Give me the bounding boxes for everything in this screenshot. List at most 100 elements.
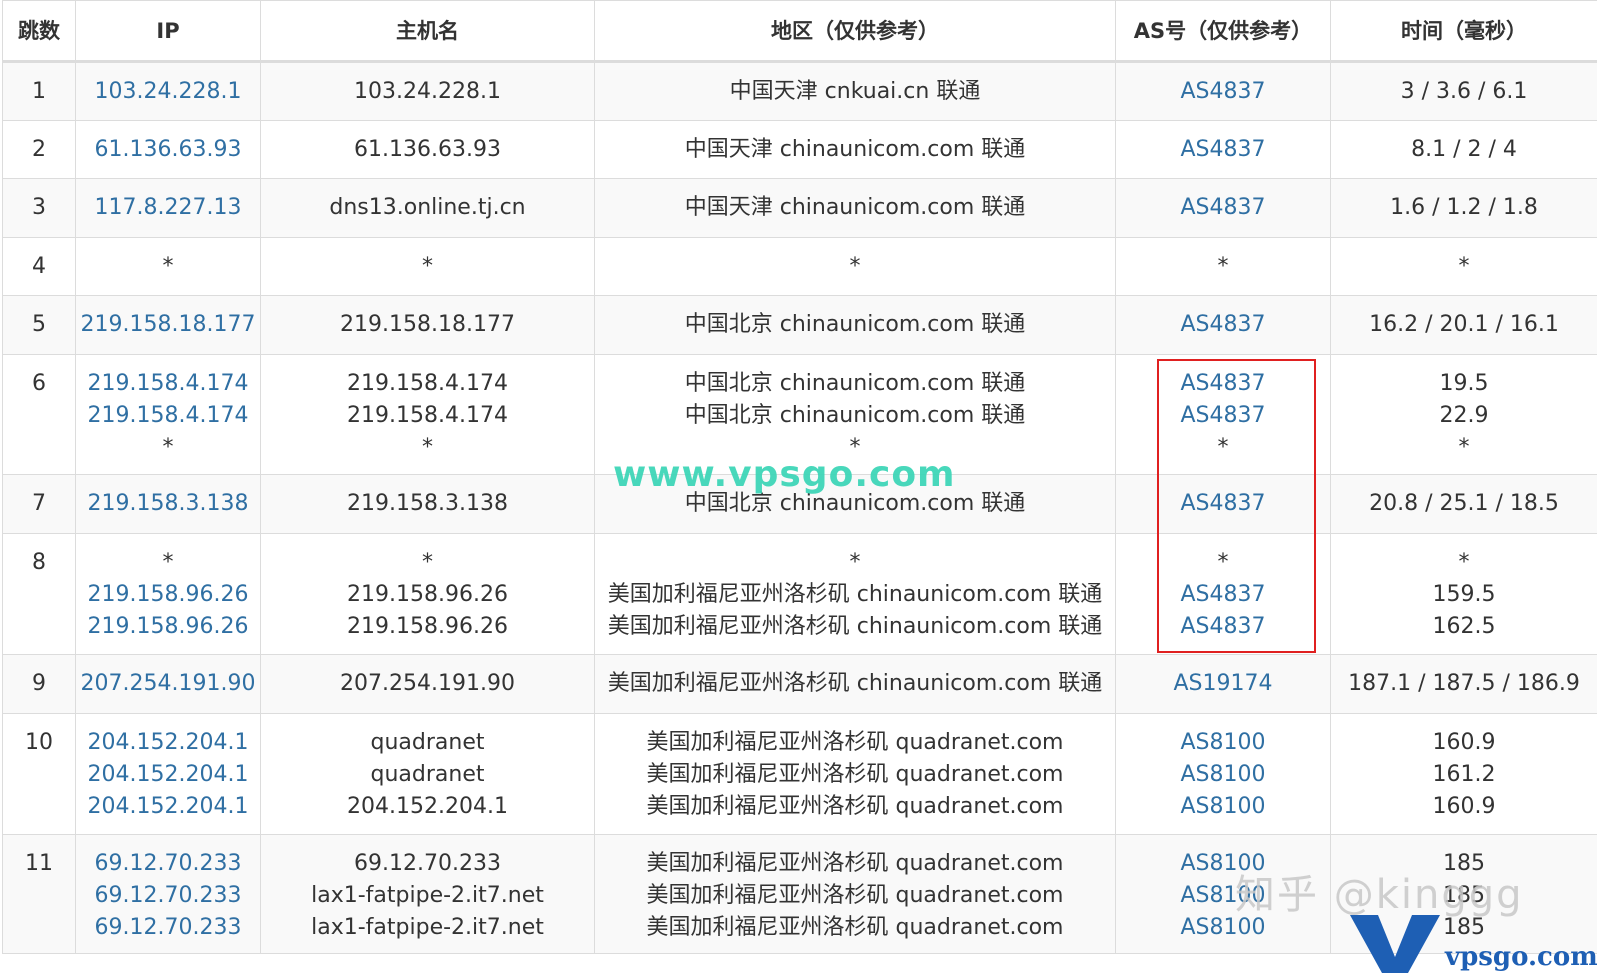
table-row: 3 117.8.227.13 dns13.online.tj.cn 中国天津 chin… <box>2 178 1597 238</box>
cell-time: 19.5 22.9 * <box>1330 354 1597 475</box>
cell-time: 8.1 / 2 / 4 <box>1330 120 1597 179</box>
ip-link[interactable]: 61.136.63.93 <box>77 134 260 166</box>
cell-as-number: AS19174 <box>1115 654 1331 714</box>
cell-time-text: 1.6 / 1.2 / 1.8 <box>1390 195 1538 220</box>
cell-hostname-text: 219.158.18.177 <box>340 312 515 337</box>
cell-ip: 103.24.228.1 <box>75 61 261 121</box>
ip-link[interactable]: 207.254.191.90 <box>77 668 260 700</box>
cell-time: 187.1 / 187.5 / 186.9 <box>1330 654 1597 714</box>
hop-number: 2 <box>32 137 46 162</box>
cell-ip: 61.136.63.93 <box>75 120 261 179</box>
table-row: 6 219.158.4.174 219.158.4.174 * 219.158.4.17… <box>2 354 1597 475</box>
ip-link[interactable]: 69.12.70.233 <box>77 912 260 944</box>
hop-number: 8 <box>32 550 46 575</box>
cell-time: 1.6 / 1.2 / 1.8 <box>1330 178 1597 238</box>
as-link[interactable]: AS8100 <box>1117 912 1330 944</box>
as-link[interactable]: AS8100 <box>1117 848 1330 880</box>
cell-hostname: dns13.online.tj.cn <box>260 178 595 238</box>
cell-hostname-text: 61.136.63.93 <box>354 137 501 162</box>
as-link[interactable]: AS4837 <box>1117 309 1330 341</box>
as-link[interactable]: AS4837 <box>1117 192 1330 224</box>
ip-link[interactable]: 204.152.204.1 <box>77 727 260 759</box>
cell-ip-text: * <box>162 550 174 575</box>
ip-link[interactable]: 69.12.70.233 <box>77 880 260 912</box>
header-region[interactable]: 地区（仅供参考） <box>594 0 1116 63</box>
as-link[interactable]: AS4837 <box>1117 76 1330 108</box>
as-link[interactable]: AS4837 <box>1117 368 1330 400</box>
as-link[interactable]: AS4837 <box>1117 134 1330 166</box>
cell-time-text: * <box>1458 254 1470 279</box>
as-link[interactable]: AS4837 <box>1117 488 1330 520</box>
cell-hostname-text: lax1-fatpipe-2.it7.net <box>311 915 544 940</box>
cell-region: 美国加利福尼亚州洛杉矶 chinaunicom.com 联通 <box>594 654 1116 714</box>
ip-link[interactable]: 219.158.96.26 <box>77 611 260 643</box>
ip-link[interactable]: 204.152.204.1 <box>77 791 260 823</box>
ip-link[interactable]: 219.158.18.177 <box>77 309 260 341</box>
as-link[interactable]: AS8100 <box>1117 791 1330 823</box>
cell-hop: 3 <box>2 178 76 238</box>
cell-time-text: 162.5 <box>1432 614 1496 639</box>
cell-hop: 8 <box>2 533 76 655</box>
as-link[interactable]: AS8100 <box>1117 727 1330 759</box>
cell-time-text: 185 <box>1443 851 1485 876</box>
ip-link[interactable]: 103.24.228.1 <box>77 76 260 108</box>
as-link[interactable]: AS8100 <box>1117 880 1330 912</box>
cell-time-text: 22.9 <box>1439 403 1489 428</box>
cell-region: 中国天津 cnkuai.cn 联通 <box>594 61 1116 121</box>
cell-time-text: 185 <box>1443 883 1485 908</box>
cell-ip: 69.12.70.233 69.12.70.233 69.12.70.233 <box>75 834 261 954</box>
as-link[interactable]: AS4837 <box>1117 579 1330 611</box>
cell-as-number: AS4837 <box>1115 178 1331 238</box>
header-ip[interactable]: IP <box>75 0 261 63</box>
cell-hostname-text: 219.158.96.26 <box>347 614 508 639</box>
cell-hop: 11 <box>2 834 76 954</box>
ip-link[interactable]: 219.158.4.174 <box>77 368 260 400</box>
cell-hop: 10 <box>2 713 76 835</box>
ip-link[interactable]: 204.152.204.1 <box>77 759 260 791</box>
cell-time-text: 159.5 <box>1432 582 1496 607</box>
cell-hostname-text: 103.24.228.1 <box>354 79 501 104</box>
cell-ip: 207.254.191.90 <box>75 654 261 714</box>
table-row: 1 103.24.228.1 103.24.228.1 中国天津 cnkuai.cn … <box>2 61 1597 121</box>
cell-time: 160.9 161.2 160.9 <box>1330 713 1597 835</box>
ip-link[interactable]: 219.158.96.26 <box>77 579 260 611</box>
cell-as-number: AS4837 <box>1115 61 1331 121</box>
cell-region-text: * <box>849 550 861 575</box>
ip-link[interactable]: 117.8.227.13 <box>77 192 260 224</box>
cell-ip: * <box>75 237 261 296</box>
header-hop[interactable]: 跳数 <box>2 0 76 63</box>
hop-number: 7 <box>32 491 46 516</box>
cell-hostname-text: dns13.online.tj.cn <box>329 195 526 220</box>
cell-region-text: 美国加利福尼亚州洛杉矶 quadranet.com <box>646 915 1064 940</box>
header-hostname[interactable]: 主机名 <box>260 0 595 63</box>
cell-time: 3 / 3.6 / 6.1 <box>1330 61 1597 121</box>
cell-region-text: 中国天津 chinaunicom.com 联通 <box>684 195 1026 220</box>
cell-time: 20.8 / 25.1 / 18.5 <box>1330 474 1597 534</box>
cell-ip: 219.158.18.177 <box>75 295 261 355</box>
cell-hop: 2 <box>2 120 76 179</box>
as-link[interactable]: AS4837 <box>1117 611 1330 643</box>
cell-hostname-text: * <box>422 254 433 279</box>
cell-hostname-text: 219.158.96.26 <box>347 582 508 607</box>
as-link[interactable]: AS19174 <box>1117 668 1330 700</box>
cell-region: * 美国加利福尼亚州洛杉矶 chinaunicom.com 联通 美国加利福尼亚州洛… <box>594 533 1116 655</box>
header-as-number[interactable]: AS号（仅供参考） <box>1115 0 1331 63</box>
table-row: 7 219.158.3.138 219.158.3.138 中国北京 chinauni… <box>2 474 1597 534</box>
header-time-ms[interactable]: 时间（毫秒） <box>1330 0 1597 63</box>
cell-time-text: 161.2 <box>1432 762 1496 787</box>
cell-hostname: * 219.158.96.26 219.158.96.26 <box>260 533 595 655</box>
cell-hostname: 61.136.63.93 <box>260 120 595 179</box>
cell-hostname-text: 219.158.4.174 <box>347 371 508 396</box>
as-link[interactable]: AS4837 <box>1117 400 1330 432</box>
cell-time: 16.2 / 20.1 / 16.1 <box>1330 295 1597 355</box>
cell-region-text: 美国加利福尼亚州洛杉矶 quadranet.com <box>646 851 1064 876</box>
cell-time-text: 185 <box>1443 915 1485 940</box>
cell-hostname-text: * <box>422 550 433 575</box>
ip-link[interactable]: 219.158.3.138 <box>77 488 260 520</box>
cell-as-number: AS4837 AS4837 * <box>1115 354 1331 475</box>
ip-link[interactable]: 219.158.4.174 <box>77 400 260 432</box>
ip-link[interactable]: 69.12.70.233 <box>77 848 260 880</box>
cell-ip: * 219.158.96.26 219.158.96.26 <box>75 533 261 655</box>
as-link[interactable]: AS8100 <box>1117 759 1330 791</box>
cell-time-text: 8.1 / 2 / 4 <box>1411 137 1517 162</box>
